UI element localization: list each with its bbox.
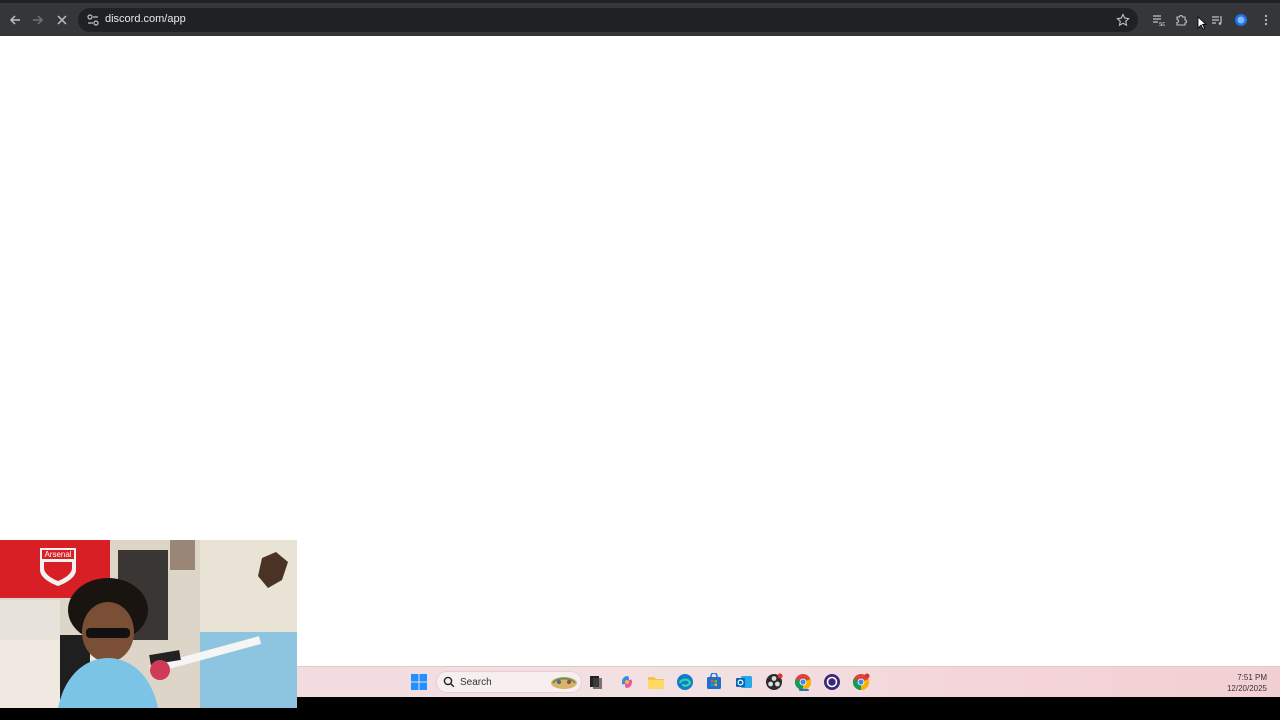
flag-text: Arsenal bbox=[44, 550, 71, 559]
site-settings-icon[interactable] bbox=[86, 13, 100, 27]
edge-icon bbox=[677, 674, 693, 690]
clock-date: 12/20/2025 bbox=[1226, 684, 1267, 693]
clock-time: 7:51 PM bbox=[1237, 673, 1267, 682]
chrome-canary-button[interactable] bbox=[851, 672, 871, 692]
store-icon bbox=[707, 673, 721, 689]
taskbar-search[interactable]: Search bbox=[436, 671, 582, 693]
store-button[interactable] bbox=[704, 672, 724, 692]
mouse-cursor-icon bbox=[1197, 16, 1207, 30]
copilot-button[interactable] bbox=[617, 672, 637, 692]
chrome-button[interactable] bbox=[793, 672, 813, 692]
edge-button[interactable] bbox=[675, 672, 695, 692]
arrow-right-icon bbox=[33, 15, 44, 25]
file-explorer-button[interactable] bbox=[646, 672, 666, 692]
cortana-button[interactable] bbox=[822, 672, 842, 692]
arrow-left-icon bbox=[9, 15, 20, 25]
profile-button[interactable] bbox=[1231, 10, 1251, 30]
extension-sg-button[interactable]: SG bbox=[1148, 10, 1168, 30]
media-queue-icon bbox=[1212, 16, 1222, 25]
screen: discord.com/app SG Search 7:51 PM 12/20/… bbox=[0, 0, 1280, 720]
browser-toolbar: discord.com/app SG bbox=[0, 0, 1280, 39]
search-highlight-icon bbox=[551, 677, 577, 689]
media-queue-button[interactable] bbox=[1207, 10, 1227, 30]
puzzle-icon bbox=[1176, 15, 1187, 26]
extensions-button[interactable] bbox=[1171, 10, 1191, 30]
webcam-overlay: Arsenal bbox=[0, 540, 297, 708]
address-bar[interactable]: discord.com/app bbox=[78, 8, 1138, 32]
extension-sg-icon: SG bbox=[1153, 15, 1165, 27]
obs-button[interactable] bbox=[764, 672, 784, 692]
search-placeholder: Search bbox=[460, 677, 492, 688]
task-view-icon bbox=[590, 676, 602, 689]
url-text[interactable]: discord.com/app bbox=[105, 13, 186, 25]
copilot-icon bbox=[622, 676, 632, 688]
search-icon bbox=[443, 676, 455, 688]
forward-button[interactable] bbox=[28, 10, 48, 30]
active-indicator bbox=[799, 689, 809, 691]
file-explorer-icon bbox=[648, 677, 664, 689]
svg-text:SG: SG bbox=[1159, 22, 1165, 27]
menu-dots-icon bbox=[1264, 14, 1268, 26]
stop-loading-button[interactable] bbox=[52, 10, 72, 30]
bookmark-star-icon[interactable] bbox=[1116, 13, 1130, 27]
task-view-button[interactable] bbox=[586, 672, 606, 692]
system-clock[interactable]: 7:51 PM 12/20/2025 bbox=[1227, 672, 1267, 694]
obs-icon bbox=[766, 673, 783, 690]
browser-menu-button[interactable] bbox=[1256, 10, 1276, 30]
outlook-button[interactable] bbox=[734, 672, 754, 692]
webcam-feed: Arsenal bbox=[0, 540, 297, 708]
start-button[interactable] bbox=[409, 672, 429, 692]
close-icon bbox=[57, 15, 67, 25]
outlook-icon bbox=[736, 676, 752, 688]
cortana-ring-icon bbox=[824, 674, 840, 690]
back-button[interactable] bbox=[5, 10, 25, 30]
profile-icon bbox=[1235, 14, 1247, 26]
chrome-canary-icon bbox=[852, 673, 870, 691]
windows-start-icon bbox=[411, 674, 427, 690]
